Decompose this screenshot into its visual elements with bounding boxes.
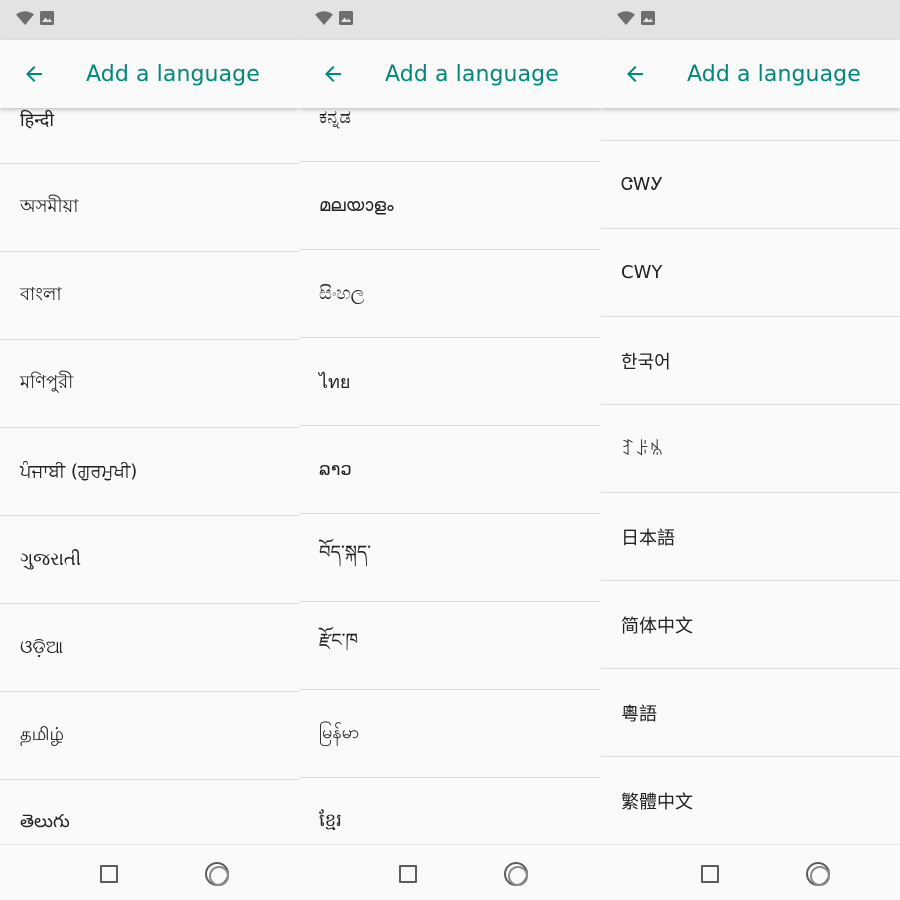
app-bar: Add a language [0,40,299,108]
home-button[interactable] [504,862,528,886]
language-item[interactable]: ꆈꌠꁱ [601,405,900,493]
language-item[interactable]: ไทย [299,338,601,426]
language-item[interactable]: සිංහල [299,250,601,338]
language-item[interactable]: ਪੰਜਾਬੀ (ਗੁਰਮੁਖੀ) [0,428,299,516]
language-item[interactable]: မြန်မာ [299,690,601,778]
language-item[interactable]: తెలుగు [0,780,299,844]
recent-apps-button[interactable] [399,865,417,883]
status-bar [601,0,900,40]
recent-apps-button[interactable] [100,865,118,883]
app-bar: Add a language [299,40,601,108]
navigation-bar [299,844,601,900]
language-item[interactable]: অসমীয়া [0,164,299,252]
language-item[interactable]: CWY [601,229,900,317]
language-item[interactable]: বাংলা [0,252,299,340]
language-item[interactable]: মণিপুরী [0,340,299,428]
wifi-icon [315,11,333,25]
language-item[interactable]: བོད་སྐད་ [299,514,601,602]
back-button[interactable] [615,54,655,94]
image-icon [339,11,353,25]
language-item[interactable]: ಕನ್ನಡ [299,108,601,162]
language-item[interactable]: हिन्दी [0,108,299,164]
recent-apps-button[interactable] [701,865,719,883]
arrow-left-icon [325,66,341,82]
language-list[interactable]: ಕನ್ನಡ മലയാളം සිංහල ไทย ລາວ བོད་སྐད་ རྫོང… [299,108,601,844]
language-item[interactable]: ខ្មែរ [299,778,601,844]
back-button[interactable] [313,54,353,94]
status-bar [299,0,601,40]
screens-container: Add a language हिन्दी অসমীয়া বাংলা মণিপ… [0,0,900,900]
language-item[interactable]: ລາວ [299,426,601,514]
language-list[interactable]: हिन्दी অসমীয়া বাংলা মণিপুরী ਪੰਜਾਬੀ (ਗੁਰ… [0,108,299,844]
language-item[interactable]: தமிழ் [0,692,299,780]
language-item[interactable]: 繁體中文 [601,757,900,844]
language-item[interactable]: 日本語 [601,493,900,581]
language-item[interactable]: മലയാളം [299,162,601,250]
language-item[interactable]: རྫོང་ཁ [299,602,601,690]
wifi-icon [617,11,635,25]
image-icon [40,11,54,25]
screen-1: Add a language हिन्दी অসমীয়া বাংলা মণিপ… [0,0,299,900]
home-button[interactable] [806,862,830,886]
language-item[interactable]: 粵語 [601,669,900,757]
language-item[interactable]: 한국어 [601,317,900,405]
navigation-bar [601,844,900,900]
page-title: Add a language [86,61,260,87]
arrow-left-icon [26,66,42,82]
home-button[interactable] [205,862,229,886]
language-item[interactable]: ᑎᑦ [601,108,900,141]
page-title: Add a language [687,61,861,87]
language-item[interactable]: ଓଡ଼ିଆ [0,604,299,692]
back-button[interactable] [14,54,54,94]
screen-3: Add a language ᑎᑦ ᏣᎳᎩ CWY 한국어 ꆈꌠꁱ 日本語 简体… [601,0,900,900]
wifi-icon [16,11,34,25]
image-icon [641,11,655,25]
language-item[interactable]: ગુજરાતી [0,516,299,604]
screen-2: Add a language ಕನ್ನಡ മലയാളം සිංහල ไทย ລາ… [299,0,601,900]
language-list[interactable]: ᑎᑦ ᏣᎳᎩ CWY 한국어 ꆈꌠꁱ 日本語 简体中文 粵語 繁體中文 [601,108,900,844]
status-bar [0,0,299,40]
language-item[interactable]: ᏣᎳᎩ [601,141,900,229]
app-bar: Add a language [601,40,900,108]
navigation-bar [0,844,299,900]
page-title: Add a language [385,61,559,87]
arrow-left-icon [627,66,643,82]
language-item[interactable]: 简体中文 [601,581,900,669]
